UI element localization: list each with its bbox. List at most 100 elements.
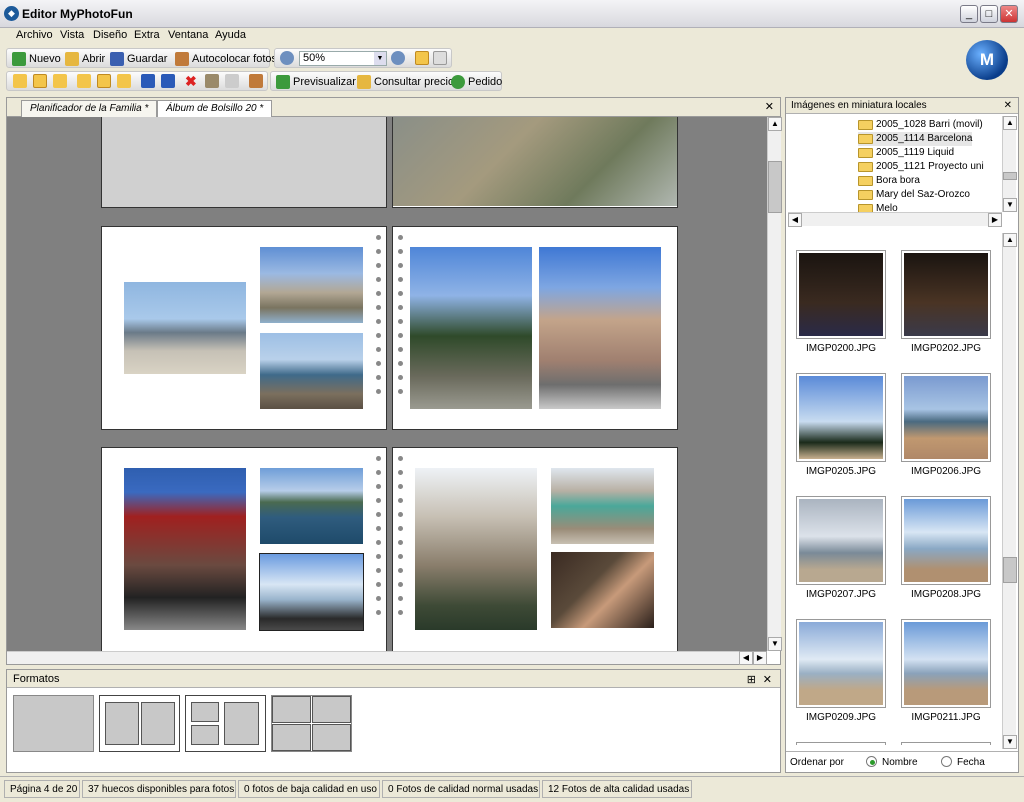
grid-view-icon[interactable] xyxy=(433,51,447,65)
align-middle-icon[interactable] xyxy=(97,74,111,88)
menu-vista[interactable]: Vista xyxy=(60,29,84,41)
tab-album[interactable]: Álbum de Bolsillo 20 * xyxy=(157,100,273,117)
sort-name-radio[interactable] xyxy=(866,756,877,767)
album-page[interactable] xyxy=(392,447,678,651)
edit-icon[interactable] xyxy=(225,74,239,88)
tree-hscrollbar[interactable]: ◀ ▶ xyxy=(788,212,1002,227)
layout-toolbar: ✖ xyxy=(6,71,268,91)
thumbnail[interactable] xyxy=(796,373,886,462)
scroll-up-icon[interactable]: ▲ xyxy=(1003,116,1017,130)
format-three[interactable] xyxy=(185,695,266,752)
close-icon[interactable]: ✕ xyxy=(1004,100,1012,111)
two-page-view-icon[interactable] xyxy=(415,51,429,65)
photo-palm-street[interactable] xyxy=(410,247,532,409)
sort-date-radio[interactable] xyxy=(941,756,952,767)
price-button[interactable]: Consultar precio xyxy=(357,74,454,89)
menu-ayuda[interactable]: Ayuda xyxy=(215,29,246,41)
close-icon[interactable]: ✕ xyxy=(765,100,774,113)
photo-rock-mountain[interactable] xyxy=(260,247,363,323)
photo-harbor[interactable] xyxy=(260,468,363,544)
tools-icon[interactable] xyxy=(249,74,263,88)
pin-icon[interactable]: ⊞ xyxy=(747,673,756,686)
album-page[interactable] xyxy=(392,117,678,208)
scroll-right-icon[interactable]: ▶ xyxy=(753,651,767,665)
photo-selfie[interactable] xyxy=(551,552,654,628)
folder-item[interactable]: Bora bora xyxy=(858,174,920,188)
menu-archivo[interactable]: Archivo xyxy=(16,29,53,41)
scroll-up-icon[interactable]: ▲ xyxy=(1003,233,1017,247)
folder-item[interactable]: 2005_1121 Proyecto uni xyxy=(858,160,984,174)
preview-button[interactable]: Previsualizar xyxy=(276,74,356,89)
menu-ventana[interactable]: Ventana xyxy=(168,29,208,41)
format-four[interactable] xyxy=(271,695,352,752)
thumbnail[interactable] xyxy=(796,250,886,339)
scroll-down-icon[interactable]: ▼ xyxy=(1003,735,1017,749)
thumbnail[interactable] xyxy=(901,742,991,745)
photo-facade[interactable] xyxy=(551,468,654,544)
save-button[interactable]: Guardar xyxy=(110,51,167,66)
photo-city-aerial[interactable] xyxy=(393,117,677,206)
scroll-left-icon[interactable]: ◀ xyxy=(788,213,802,227)
menu-extra[interactable]: Extra xyxy=(134,29,160,41)
order-button[interactable]: Pedido xyxy=(451,74,502,89)
thumbnail[interactable] xyxy=(901,619,991,708)
folder-item-selected[interactable]: 2005_1114 Barcelona xyxy=(858,132,973,146)
align-center-icon[interactable] xyxy=(33,74,47,88)
close-button[interactable]: ✕ xyxy=(1000,5,1018,23)
open-button[interactable]: Abrir xyxy=(65,51,105,66)
tree-scrollbar[interactable]: ▲ ▼ xyxy=(1002,116,1017,212)
zoom-in-icon[interactable] xyxy=(280,51,294,65)
scroll-down-icon[interactable]: ▼ xyxy=(768,637,782,651)
horizontal-scrollbar[interactable]: ◀ ▶ xyxy=(7,651,767,665)
format-two-vertical[interactable] xyxy=(99,695,180,752)
minimize-button[interactable]: _ xyxy=(960,5,978,23)
photo-bay-view[interactable] xyxy=(260,333,363,409)
zoom-out-icon[interactable] xyxy=(391,51,405,65)
maximize-button[interactable]: □ xyxy=(980,5,998,23)
scroll-up-icon[interactable]: ▲ xyxy=(768,117,782,131)
vertical-scrollbar[interactable]: ▲ ▼ xyxy=(767,117,782,651)
crop-icon[interactable] xyxy=(205,74,219,88)
scroll-down-icon[interactable]: ▼ xyxy=(1003,198,1017,212)
folder-item[interactable]: Mary del Saz-Orozco xyxy=(858,188,970,202)
scroll-right-icon[interactable]: ▶ xyxy=(988,213,1002,227)
undo-icon[interactable] xyxy=(141,74,155,88)
align-top-icon[interactable] xyxy=(77,74,91,88)
new-button[interactable]: Nuevo xyxy=(12,51,61,66)
thumbnail[interactable] xyxy=(796,496,886,585)
autoplace-button[interactable]: Autocolocar fotos xyxy=(175,51,277,66)
scroll-thumb[interactable] xyxy=(768,161,782,213)
scroll-thumb[interactable] xyxy=(1003,557,1017,583)
tab-planificador[interactable]: Planificador de la Familia * xyxy=(21,100,158,117)
scroll-thumb[interactable] xyxy=(1003,172,1017,180)
photo-sagrada-familia[interactable] xyxy=(415,468,537,630)
menu-diseno[interactable]: Diseño xyxy=(93,29,127,41)
album-page[interactable] xyxy=(101,117,387,208)
thumbnails-scrollbar[interactable]: ▲ ▼ xyxy=(1002,233,1017,749)
thumbnail[interactable] xyxy=(901,373,991,462)
folder-item[interactable]: 2005_1119 Liquid xyxy=(858,146,954,160)
thumbnail[interactable] xyxy=(796,619,886,708)
align-right-icon[interactable] xyxy=(53,74,67,88)
photo-coast-town[interactable] xyxy=(124,282,246,374)
album-page[interactable] xyxy=(101,447,387,651)
album-page[interactable] xyxy=(392,226,678,430)
close-icon[interactable]: ✕ xyxy=(763,673,772,686)
thumbnail[interactable] xyxy=(901,496,991,585)
folder-item[interactable]: 2005_1028 Barri (movil) xyxy=(858,118,983,132)
photo-fcb-store[interactable] xyxy=(124,468,246,630)
format-single[interactable] xyxy=(13,695,94,752)
align-left-icon[interactable] xyxy=(13,74,27,88)
photo-highrise[interactable] xyxy=(539,247,661,409)
album-page[interactable] xyxy=(101,226,387,430)
status-high-quality: 12 Fotos de alta calidad usadas xyxy=(542,780,692,798)
delete-icon[interactable]: ✖ xyxy=(185,73,197,90)
thumbnail[interactable] xyxy=(901,250,991,339)
align-bottom-icon[interactable] xyxy=(117,74,131,88)
photo-beach-selected[interactable] xyxy=(259,553,364,631)
redo-icon[interactable] xyxy=(161,74,175,88)
scroll-left-icon[interactable]: ◀ xyxy=(739,651,753,665)
zoom-select[interactable]: 50% ▼ xyxy=(299,51,387,66)
thumbnail[interactable] xyxy=(796,742,886,745)
folder-item[interactable]: Melo xyxy=(858,202,898,212)
